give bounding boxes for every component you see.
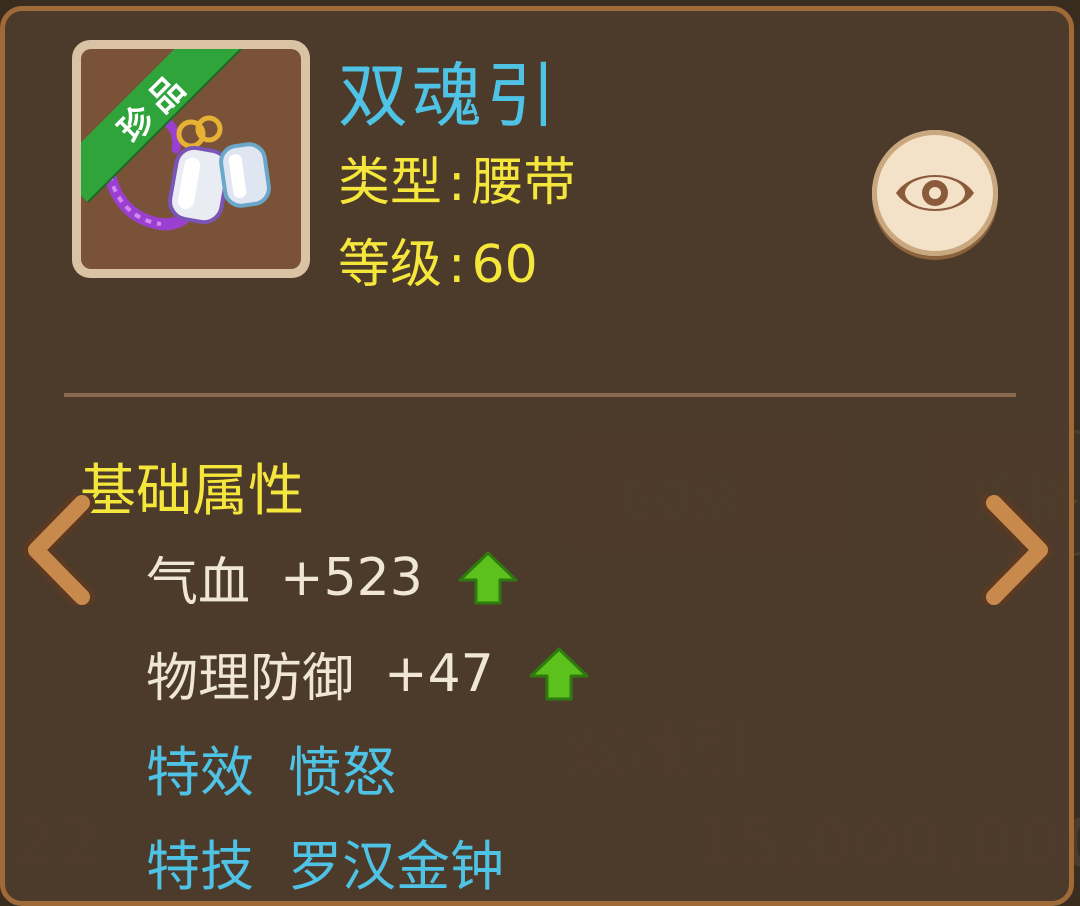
attribute-name: 气血	[146, 553, 251, 613]
up-arrow-icon	[458, 551, 518, 604]
attribute-value: +47	[384, 643, 494, 704]
attribute-row-physical-defense: 物理防御 +47	[146, 636, 590, 711]
up-arrow-icon	[529, 647, 589, 700]
type-value: 腰带	[471, 153, 576, 213]
level-value: 60	[471, 235, 538, 295]
basic-attributes-title: 基础属性	[80, 459, 304, 524]
level-colon: :	[448, 235, 466, 295]
eye-icon	[896, 175, 974, 211]
level-label: 等级	[338, 235, 443, 295]
next-item-arrow[interactable]	[980, 495, 1054, 605]
special-skill-label: 特技	[146, 835, 254, 898]
special-effect-label: 特效	[146, 741, 254, 804]
preview-button[interactable]	[872, 130, 998, 256]
type-colon: :	[448, 153, 466, 213]
item-level-line: 等级:60	[338, 222, 538, 297]
special-skill-row: 特技 罗汉金钟	[146, 822, 504, 901]
attribute-name: 物理防御	[146, 649, 355, 709]
special-effect-value: 愤怒	[288, 741, 396, 804]
previous-item-arrow[interactable]	[22, 495, 96, 605]
attribute-row-hp: 气血 +523	[146, 540, 519, 615]
item-name: 双魂引	[338, 55, 560, 137]
attribute-value: +523	[280, 547, 423, 608]
special-skill-value: 罗汉金钟	[288, 835, 504, 898]
section-divider	[64, 393, 1016, 397]
special-effect-row: 特效 愤怒	[146, 728, 396, 807]
type-label: 类型	[338, 153, 443, 213]
item-icon: 珍品	[81, 49, 301, 269]
item-icon-frame: 珍品	[72, 40, 310, 278]
item-type-line: 类型: 腰带	[338, 140, 576, 215]
